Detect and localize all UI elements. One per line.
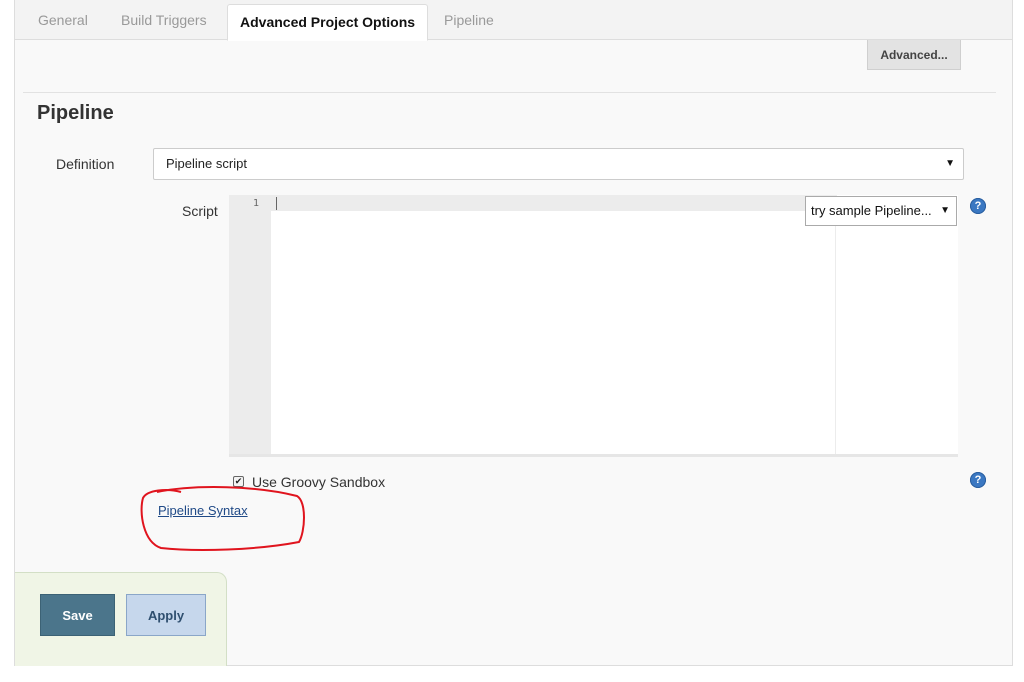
advanced-button[interactable]: Advanced... — [867, 40, 961, 70]
caret-down-icon: ▼ — [945, 158, 955, 169]
sample-pipeline-select-value: try sample Pipeline... — [811, 203, 932, 218]
tab-general[interactable]: General — [38, 0, 88, 40]
apply-button[interactable]: Apply — [126, 594, 206, 636]
editor-print-margin — [835, 195, 836, 454]
script-label: Script — [182, 203, 218, 219]
tab-build-triggers[interactable]: Build Triggers — [121, 0, 207, 40]
definition-select[interactable]: Pipeline script ▼ — [153, 148, 964, 180]
section-title: Pipeline — [37, 102, 114, 124]
script-editor[interactable]: 1 — [229, 195, 958, 457]
help-icon[interactable]: ? — [970, 472, 986, 488]
section-divider — [23, 92, 996, 93]
tab-pipeline[interactable]: Pipeline — [444, 0, 494, 40]
tab-advanced-project-options[interactable]: Advanced Project Options — [227, 4, 429, 41]
text-cursor — [276, 197, 277, 210]
editor-active-line — [271, 195, 837, 211]
tab-bar: General Build Triggers Advanced Project … — [15, 0, 1012, 41]
save-button[interactable]: Save — [40, 594, 115, 636]
line-number: 1 — [252, 198, 259, 209]
sample-pipeline-select[interactable]: try sample Pipeline... ▼ — [805, 196, 957, 226]
definition-label: Definition — [56, 156, 115, 172]
definition-select-value: Pipeline script — [166, 156, 247, 171]
config-panel: General Build Triggers Advanced Project … — [14, 0, 1013, 666]
editor-gutter — [229, 195, 271, 454]
caret-down-icon: ▼ — [940, 205, 950, 216]
annotation-circle — [140, 486, 305, 551]
help-icon[interactable]: ? — [970, 198, 986, 214]
